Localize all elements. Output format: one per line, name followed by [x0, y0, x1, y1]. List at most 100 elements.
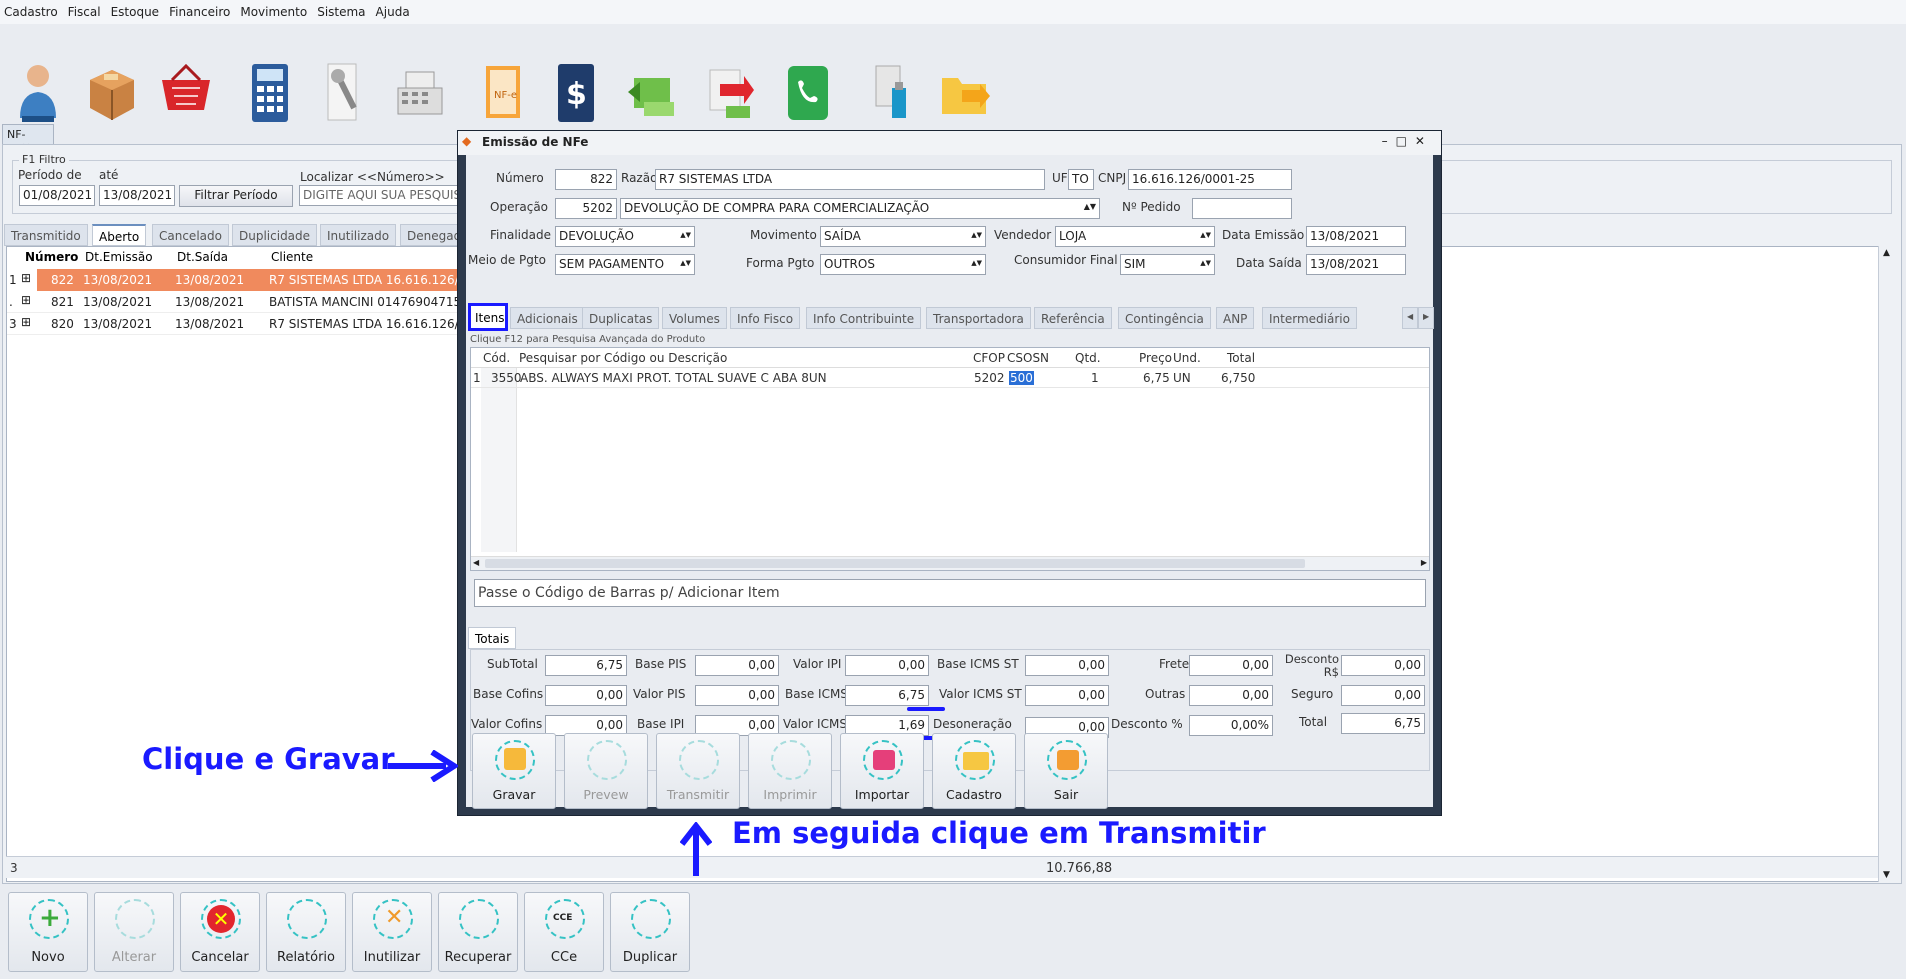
dropdown-icon[interactable]: ▲▼ [1200, 259, 1211, 267]
valor-pis-field[interactable]: 0,00 [695, 685, 779, 706]
total-field[interactable]: 6,75 [1341, 713, 1425, 734]
scroll-right-icon[interactable]: ▶ [1421, 558, 1427, 567]
pagamento-icon[interactable] [624, 58, 680, 128]
barcode-input[interactable]: Passe o Código de Barras p/ Adicionar It… [474, 579, 1426, 607]
tab-scroll-left-icon[interactable]: ◀ [1402, 307, 1419, 329]
table-row[interactable]: . ⊞ 821 13/08/2021 13/08/2021 BATISTA MA… [7, 291, 462, 313]
date-from-input[interactable]: 01/08/2021 [19, 185, 95, 206]
dropdown-icon[interactable]: ▲▼ [971, 231, 982, 239]
horizontal-scrollbar[interactable]: ◀ ▶ [471, 556, 1429, 570]
col-csosn[interactable]: CSOSN [1007, 351, 1049, 365]
operacao-select[interactable]: DEVOLUÇÃO DE COMPRA PARA COMERCIALIZAÇÃO… [620, 198, 1100, 219]
vendas-icon[interactable] [158, 58, 214, 128]
search-input[interactable]: DIGITE AQUI SUA PESQUISA [299, 185, 459, 206]
col-descricao[interactable]: Pesquisar por Código ou Descrição [519, 351, 727, 365]
tab-duplicidade[interactable]: Duplicidade [232, 224, 318, 246]
col-qtd[interactable]: Qtd. [1075, 351, 1101, 365]
menu-ajuda[interactable]: Ajuda [376, 5, 410, 19]
cnpj-field[interactable]: 16.616.126/0001-25 [1128, 169, 1292, 190]
pagar-icon[interactable] [700, 58, 756, 128]
col-cliente[interactable]: Cliente [267, 247, 317, 267]
tab-totais[interactable]: Totais [468, 627, 517, 649]
date-to-input[interactable]: 13/08/2021 [99, 185, 175, 206]
recuperar-button[interactable]: Recuperar [438, 892, 518, 972]
tab-referencia[interactable]: Referência [1034, 307, 1112, 329]
duplicar-button[interactable]: Duplicar [610, 892, 690, 972]
tab-scroll-right-icon[interactable]: ▶ [1418, 307, 1435, 329]
caixa-registradora-icon[interactable] [392, 58, 448, 128]
tab-transportadora[interactable]: Transportadora [926, 307, 1031, 329]
preview-button[interactable]: Prevew [564, 733, 648, 809]
scroll-thumb[interactable] [485, 559, 1305, 568]
desconto-rs-field[interactable]: 0,00 [1341, 655, 1425, 676]
vertical-scrollbar[interactable]: ▲ ▼ [1878, 246, 1896, 882]
tab-anp[interactable]: ANP [1216, 307, 1255, 329]
col-total[interactable]: Total [1227, 351, 1255, 365]
window-controls[interactable]: –□✕ [1382, 134, 1433, 148]
tab-aberto[interactable]: Aberto [92, 224, 147, 246]
razao-field[interactable]: R7 SISTEMAS LTDA [655, 169, 1045, 190]
dropdown-icon[interactable]: ▲▼ [1084, 202, 1096, 211]
tab-transmitido[interactable]: Transmitido [4, 224, 88, 246]
tab-inutilizado[interactable]: Inutilizado [320, 224, 397, 246]
nfe-icon[interactable]: NF-e [476, 58, 532, 128]
dropdown-icon[interactable]: ▲▼ [971, 259, 982, 267]
filter-period-button[interactable]: Filtrar Período [179, 185, 293, 207]
tab-cancelado[interactable]: Cancelado [152, 224, 229, 246]
menu-movimento[interactable]: Movimento [240, 5, 307, 19]
dropdown-icon[interactable]: ▲▼ [1200, 231, 1211, 239]
valor-ipi-field[interactable]: 0,00 [845, 655, 929, 676]
base-pis-field[interactable]: 0,00 [695, 655, 779, 676]
imprimir-button[interactable]: Imprimir [748, 733, 832, 809]
operacao-code-field[interactable]: 5202 [555, 198, 617, 219]
subtotal-field[interactable]: 6,75 [545, 655, 627, 676]
menu-financeiro[interactable]: Financeiro [169, 5, 230, 19]
outras-field[interactable]: 0,00 [1189, 685, 1273, 706]
menu-sistema[interactable]: Sistema [317, 5, 365, 19]
financeiro-icon[interactable]: $ [550, 58, 606, 128]
expand-icon[interactable]: ⊞ [21, 271, 31, 285]
table-row[interactable]: 1 3550 ABS. ALWAYS MAXI PROT. TOTAL SUAV… [471, 368, 1429, 388]
desconto-pct-field[interactable]: 0,00% [1189, 715, 1273, 736]
scroll-up-icon[interactable]: ▲ [1883, 248, 1890, 258]
cancelar-button[interactable]: ✕ Cancelar [180, 892, 260, 972]
transmitir-button[interactable]: Transmitir [656, 733, 740, 809]
gravar-button[interactable]: Gravar [472, 733, 556, 809]
movimento-select[interactable]: SAÍDA ▲▼ [820, 226, 986, 247]
telefone-icon[interactable] [780, 58, 836, 128]
items-grid[interactable]: Cód. Pesquisar por Código ou Descrição C… [470, 347, 1430, 571]
col-und[interactable]: Und. [1173, 351, 1201, 365]
pasta-icon[interactable] [936, 58, 992, 128]
base-icms-field[interactable]: 6,75 [845, 685, 929, 706]
tab-info-contribuinte[interactable]: Info Contribuinte [806, 307, 922, 329]
pedido-field[interactable] [1192, 198, 1292, 219]
tab-volumes[interactable]: Volumes [662, 307, 727, 329]
col-preco[interactable]: Preço [1139, 351, 1172, 365]
forma-pgto-select[interactable]: OUTROS ▲▼ [820, 254, 986, 275]
pendrive-icon[interactable] [862, 58, 918, 128]
inutilizar-button[interactable]: ✕ Inutilizar [352, 892, 432, 972]
tab-intermediario[interactable]: Intermediário [1262, 307, 1357, 329]
csosn-cell-selected[interactable]: 500 [1009, 371, 1034, 385]
document-tab-nfe[interactable]: NF-e✕ [2, 124, 54, 154]
alterar-button[interactable]: Alterar [94, 892, 174, 972]
tab-itens[interactable]: Itens [468, 303, 508, 331]
scroll-down-icon[interactable]: ▼ [1883, 870, 1890, 880]
data-emissao-field[interactable]: 13/08/2021 [1306, 226, 1406, 247]
cce-button[interactable]: CCE CCe [524, 892, 604, 972]
tab-contingencia[interactable]: Contingência [1118, 307, 1211, 329]
expand-icon[interactable]: ⊞ [21, 293, 31, 307]
seguro-field[interactable]: 0,00 [1341, 685, 1425, 706]
valor-icms-st-field[interactable]: 0,00 [1025, 685, 1109, 706]
dropdown-icon[interactable]: ▲▼ [680, 231, 691, 239]
menu-cadastro[interactable]: Cadastro [4, 5, 58, 19]
ferramentas-icon[interactable] [316, 58, 372, 128]
cadastro-button[interactable]: Cadastro [932, 733, 1016, 809]
novo-button[interactable]: + Novo [8, 892, 88, 972]
sair-button[interactable]: Sair [1024, 733, 1108, 809]
expand-icon[interactable]: ⊞ [21, 315, 31, 329]
meio-pgto-select[interactable]: SEM PAGAMENTO ▲▼ [555, 254, 695, 275]
finalidade-select[interactable]: DEVOLUÇÃO ▲▼ [555, 226, 695, 247]
data-saida-field[interactable]: 13/08/2021 [1306, 254, 1406, 275]
col-dt-saida[interactable]: Dt.Saída [173, 247, 232, 267]
